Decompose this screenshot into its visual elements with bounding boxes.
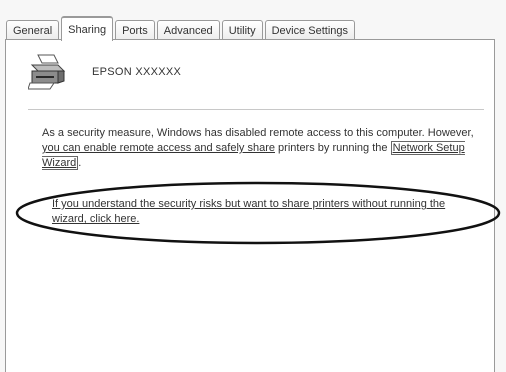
message-text-1: As a security measure, Windows has disab…	[42, 127, 474, 139]
tab-utility[interactable]: Utility	[221, 20, 263, 40]
tab-advanced[interactable]: Advanced	[156, 20, 220, 40]
tab-sharing[interactable]: Sharing	[61, 16, 114, 41]
message-text-2: printers by running the	[274, 142, 391, 154]
tab-general[interactable]: General	[6, 20, 60, 40]
share-without-wizard-link[interactable]: If you understand the security risks but…	[52, 197, 472, 227]
security-message: As a security measure, Windows has disab…	[42, 126, 482, 171]
printer-icon	[27, 53, 68, 91]
message-text-3: .	[78, 157, 82, 169]
printer-header: EPSON XXXXXX	[27, 53, 182, 91]
tab-ports[interactable]: Ports	[115, 20, 155, 40]
tab-device-settings[interactable]: Device Settings	[264, 20, 356, 40]
divider	[28, 109, 484, 110]
enable-remote-access-link[interactable]: you can enable remote access and safely …	[42, 142, 275, 154]
printer-properties-dialog: General Sharing Ports Advanced Utility D…	[0, 0, 506, 372]
tab-strip: General Sharing Ports Advanced Utility D…	[6, 14, 357, 41]
printer-name: EPSON XXXXXX	[92, 66, 182, 78]
